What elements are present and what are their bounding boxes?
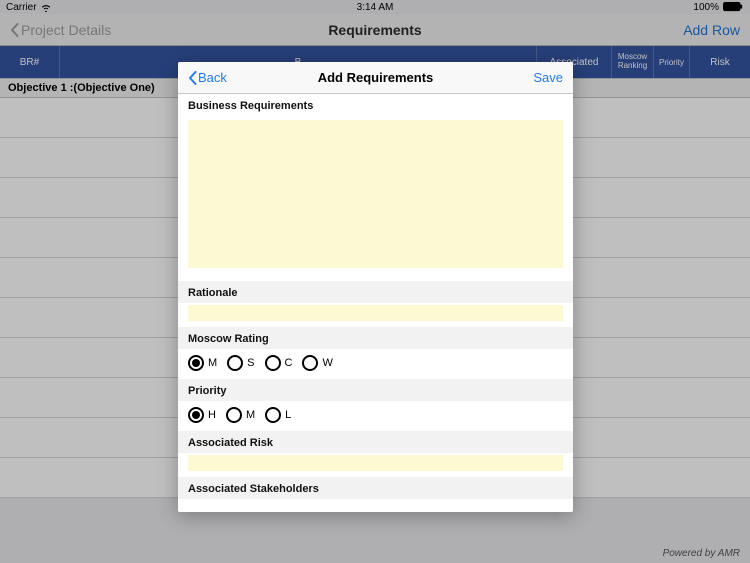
input-rationale[interactable] [188, 305, 563, 321]
radio-label: M [208, 357, 217, 369]
save-button[interactable]: Save [533, 70, 563, 85]
radio-moscow-c[interactable] [265, 355, 281, 371]
label-rationale: Rationale [178, 281, 573, 303]
radio-label: S [247, 357, 254, 369]
radio-moscow-m[interactable] [188, 355, 204, 371]
input-associated-risk[interactable] [188, 455, 563, 471]
label-associated-stakeholders: Associated Stakeholders [178, 477, 573, 499]
radio-label: M [246, 409, 255, 421]
modal-back-label: Back [198, 70, 227, 85]
modal-body: Business Requirements Rationale Moscow R… [178, 94, 573, 512]
radio-label: W [322, 357, 332, 369]
label-associated-risk: Associated Risk [178, 431, 573, 453]
priority-radio-group: H M L [178, 401, 573, 431]
radio-label: C [285, 357, 293, 369]
radio-moscow-w[interactable] [302, 355, 318, 371]
input-business-requirements[interactable] [188, 120, 563, 268]
radio-label: L [285, 409, 291, 421]
add-requirements-modal: Back Add Requirements Save Business Requ… [178, 62, 573, 512]
radio-priority-m[interactable] [226, 407, 242, 423]
modal-title: Add Requirements [318, 70, 434, 85]
chevron-left-icon [188, 71, 197, 85]
radio-label: H [208, 409, 216, 421]
radio-priority-l[interactable] [265, 407, 281, 423]
moscow-radio-group: M S C W [178, 349, 573, 379]
label-business-requirements: Business Requirements [178, 94, 573, 116]
label-moscow-rating: Moscow Rating [178, 327, 573, 349]
label-priority: Priority [178, 379, 573, 401]
radio-moscow-s[interactable] [227, 355, 243, 371]
radio-priority-h[interactable] [188, 407, 204, 423]
modal-header: Back Add Requirements Save [178, 62, 573, 94]
modal-back-button[interactable]: Back [188, 70, 227, 85]
